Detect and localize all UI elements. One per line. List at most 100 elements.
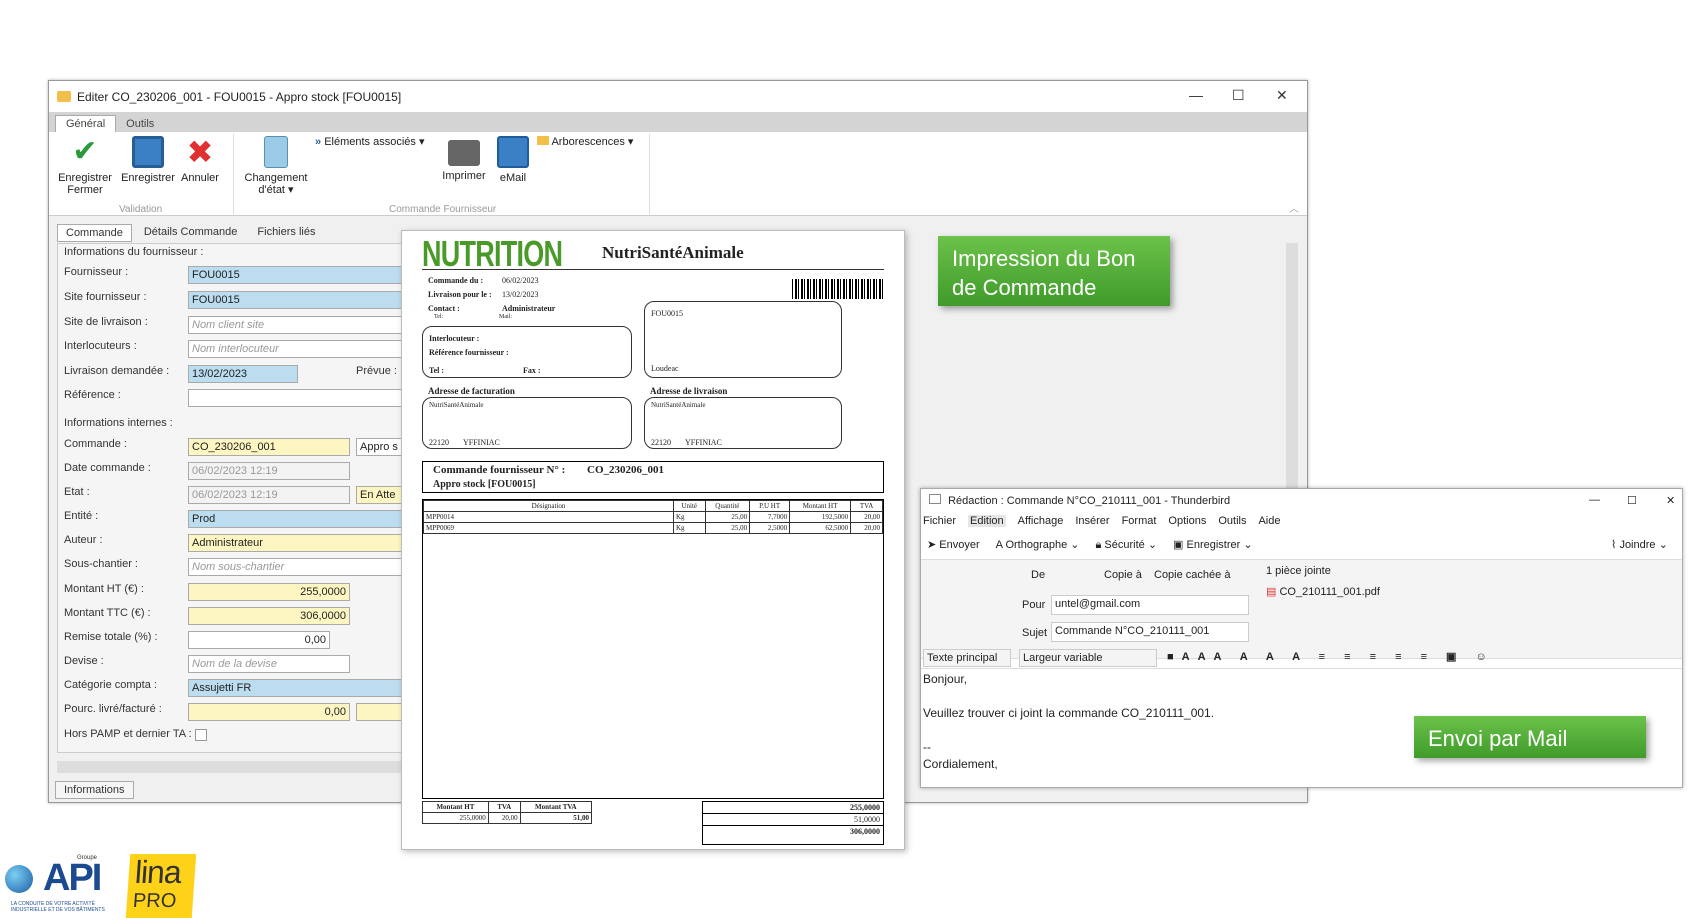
montant-ttc-field[interactable]: 306,0000 [188,607,350,625]
spelling-button[interactable]: A Orthographe ⌄ [996,538,1080,552]
trees-button[interactable]: Arborescences ▾ [537,136,647,148]
cancel-button[interactable]: ✖ Annuler [177,136,223,184]
maximize-button[interactable]: ☐ [1232,87,1245,104]
vat-col-tva: TVA [487,801,521,813]
maximize-button[interactable]: ☐ [1627,494,1637,507]
pourc-field[interactable]: 0,00 [188,703,350,721]
interlocutor-label: Interlocuteur : [429,334,480,343]
close-button[interactable]: ✕ [1666,494,1675,507]
menu-fichier[interactable]: Fichier [923,515,956,527]
api-tagline: LA CONDUITE DE VOTRE ACTIVITÉ INDUSTRIEL… [11,901,105,913]
supplier-city: Loudeac [651,364,679,373]
bcc-button[interactable]: Copie cachée à [1154,569,1230,581]
printer-icon [448,140,480,166]
table-row: MPP0014 Kg 25,00 7,7000 192,5000 20,00 [423,511,883,523]
menu-bar: Fichier Edition Affichage Insérer Format… [923,515,1281,527]
menu-format[interactable]: Format [1122,515,1157,527]
row-pu-ht: 2,5000 [749,522,791,534]
row-designation: MPP0069 [423,522,674,534]
font-select[interactable]: Largeur variable [1019,649,1157,667]
montant-ht-label: Montant HT (€) : [64,583,144,595]
menu-affichage[interactable]: Affichage [1018,515,1064,527]
subject-field[interactable]: Commande N°CO_210111_001 [1051,622,1249,642]
delivery-date-label: Livraison pour le : [428,290,492,299]
date-commande-field[interactable]: 06/02/2023 12:19 [188,462,350,480]
row-designation: MPP0014 [423,511,674,523]
security-button[interactable]: 🔒︎ Sécurité ⌄ [1095,538,1157,552]
vat-col-ht: Montant HT [422,801,489,813]
menu-inserer[interactable]: Insérer [1075,515,1109,527]
fax-label: Fax : [523,366,541,375]
email-button[interactable]: eMail [493,136,533,184]
site-livraison-field[interactable]: Nom client site [188,316,408,334]
send-label: Envoyer [939,539,980,551]
row-unite: Kg [673,522,706,534]
security-label: Sécurité [1104,539,1145,551]
auteur-field[interactable]: Administrateur [188,534,408,552]
commande-field[interactable]: CO_230206_001 [188,438,350,456]
interlocuteurs-field[interactable]: Nom interlocuteur [188,340,408,358]
paragraph-format-select[interactable]: Texte principal [923,649,1011,667]
reference-label: Référence : [64,389,121,401]
supplier-code: FOU0015 [651,309,684,318]
etat-field[interactable]: 06/02/2023 12:19 [188,486,350,504]
fournisseur-field[interactable]: FOU0015 [188,266,408,284]
menu-options[interactable]: Options [1168,515,1206,527]
sous-chantier-field[interactable]: Nom sous-chantier [188,558,408,576]
send-button[interactable]: ➤ Envoyer [927,538,980,552]
from-label[interactable]: De [1031,569,1045,581]
entite-field[interactable]: Prod [188,510,408,528]
save-draft-label: Enregistrer [1186,539,1241,551]
print-button[interactable]: Imprimer [439,136,489,182]
minimize-button[interactable]: — [1189,87,1203,103]
ribbon-tabs: Général Outils [49,112,1307,132]
api-logo: Groupe API LA CONDUITE DE VOTRE ACTIVITÉ… [5,855,120,917]
double-chevron-icon: » [315,136,322,148]
tab-fichiers-lies[interactable]: Fichiers liés [249,224,323,242]
reference-field[interactable] [188,389,408,407]
attachment-filename: CO_210111_001.pdf [1279,586,1380,598]
print-callout: Impression du Bon de Commande [938,236,1170,306]
order-date-label: Commande du : [428,276,484,285]
tab-general[interactable]: Général [55,115,117,132]
menu-edition[interactable]: Edition [968,515,1006,527]
menu-aide[interactable]: Aide [1258,515,1280,527]
site-fournisseur-field[interactable]: FOU0015 [188,291,408,309]
cc-button[interactable]: Copie à [1104,569,1142,581]
tab-informations[interactable]: Informations [55,781,134,799]
tab-commande[interactable]: Commande [57,224,132,242]
billing-address-box: NutriSantéAnimale 22120 YFFINIAC [422,397,632,449]
collapse-ribbon-icon[interactable]: ︿ [1289,200,1299,215]
shipping-address-title: Adresse de livraison [650,386,728,396]
format-buttons[interactable]: ■AAA A A A ≡ ≡ ≡ ≡ ≡ ▣ ☺ [1167,650,1495,663]
tab-outils[interactable]: Outils [116,116,164,132]
remise-field[interactable]: 0,00 [188,631,330,649]
montant-ht-field[interactable]: 255,0000 [188,583,350,601]
categorie-compta-field[interactable]: Assujetti FR [188,679,408,697]
to-field[interactable]: untel@gmail.com [1051,595,1249,615]
to-label: Pour [1022,599,1046,611]
vat-amount-value: 51,00 [519,812,593,824]
hors-pamp-checkbox[interactable] [195,729,207,741]
save-button[interactable]: Enregistrer [119,136,177,184]
minimize-button[interactable]: — [1589,494,1600,506]
site-livraison-label: Site de livraison : [64,316,148,328]
window-title: Editer CO_230206_001 - FOU0015 - Appro s… [77,89,402,104]
tab-details-commande[interactable]: Détails Commande [136,224,246,242]
menu-outils[interactable]: Outils [1218,515,1246,527]
devise-field[interactable]: Nom de la devise [188,655,350,673]
change-state-button[interactable]: Changement d'état ▾ [241,136,311,196]
horizontal-scrollbar[interactable] [57,761,409,773]
linked-elements-button[interactable]: » Eléments associés ▾ [315,136,435,148]
pro-logo-text: PRO [132,890,178,912]
attachment-file[interactable]: ▤ CO_210111_001.pdf [1266,585,1380,598]
api-logo-text: API [43,857,102,899]
save-close-button[interactable]: ✔ Enregistrer Fermer [55,136,115,197]
livraison-demandee-field[interactable]: 13/02/2023 [188,365,298,383]
vertical-scrollbar[interactable] [1286,243,1298,493]
save-draft-button[interactable]: ▣ Enregistrer ⌄ [1173,538,1253,552]
attach-button[interactable]: ⌇ Joindre ⌄ [1611,538,1668,551]
close-button[interactable]: ✕ [1276,87,1288,104]
compose-title: Rédaction : Commande N°CO_210111_001 - T… [948,495,1231,507]
cross-icon: ✖ [186,134,214,170]
